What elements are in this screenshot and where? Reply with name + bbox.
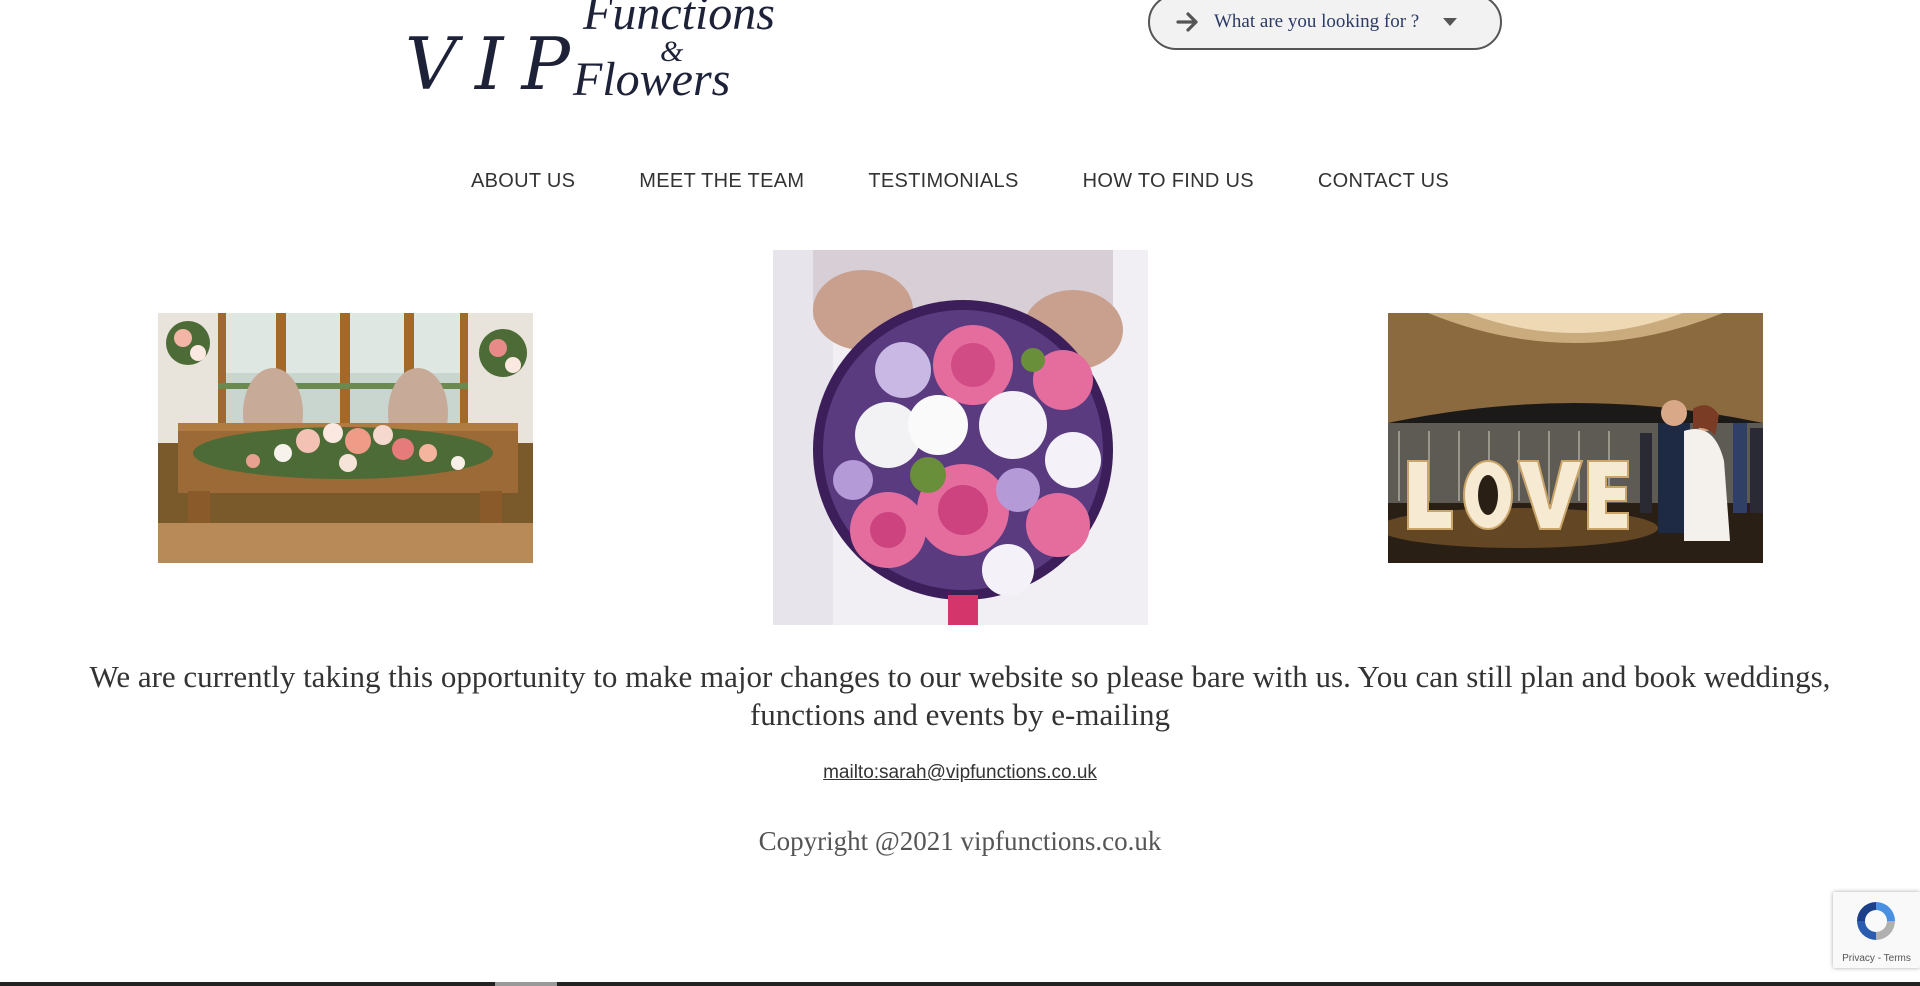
chevron-down-icon [1443, 18, 1458, 26]
bottom-bar [0, 982, 1920, 986]
recaptcha-privacy-link[interactable]: Privacy [1842, 953, 1875, 964]
recaptcha-separator: - [1874, 953, 1884, 964]
nav-testimonials[interactable]: TESTIMONIALS [868, 170, 1018, 193]
bouquet-image [773, 250, 1148, 625]
main-navigation: ABOUT US MEET THE TEAM TESTIMONIALS HOW … [0, 170, 1920, 193]
love-letters-image [1388, 313, 1763, 563]
table-flowers-image [158, 313, 533, 563]
nav-how-to-find-us[interactable]: HOW TO FIND US [1083, 170, 1254, 193]
bottom-bar-segment [495, 982, 557, 986]
site-logo[interactable]: VIP Functions & Flowers [405, 0, 785, 120]
logo-vip-text: VIP [405, 22, 588, 106]
recaptcha-terms-link[interactable]: Terms [1884, 953, 1911, 964]
nav-about-us[interactable]: ABOUT US [471, 170, 575, 193]
search-dropdown-label: What are you looking for ? [1214, 11, 1420, 32]
search-dropdown[interactable]: What are you looking for ? [1148, 0, 1502, 50]
email-link[interactable]: mailto:sarah@vipfunctions.co.uk [823, 762, 1097, 783]
email-container: mailto:sarah@vipfunctions.co.uk [0, 762, 1920, 784]
nav-contact-us[interactable]: CONTACT US [1318, 170, 1449, 193]
recaptcha-badge[interactable]: Privacy - Terms [1833, 892, 1920, 968]
nav-meet-the-team[interactable]: MEET THE TEAM [639, 170, 804, 193]
logo-flowers-text: Flowers [573, 53, 731, 106]
arrow-right-icon [1174, 8, 1202, 36]
recaptcha-links: Privacy - Terms [1833, 953, 1920, 964]
copyright-text: Copyright @2021 vipfunctions.co.uk [758, 826, 1162, 856]
maintenance-notice: We are currently taking this opportunity… [89, 659, 1831, 732]
recaptcha-icon [1853, 898, 1899, 944]
